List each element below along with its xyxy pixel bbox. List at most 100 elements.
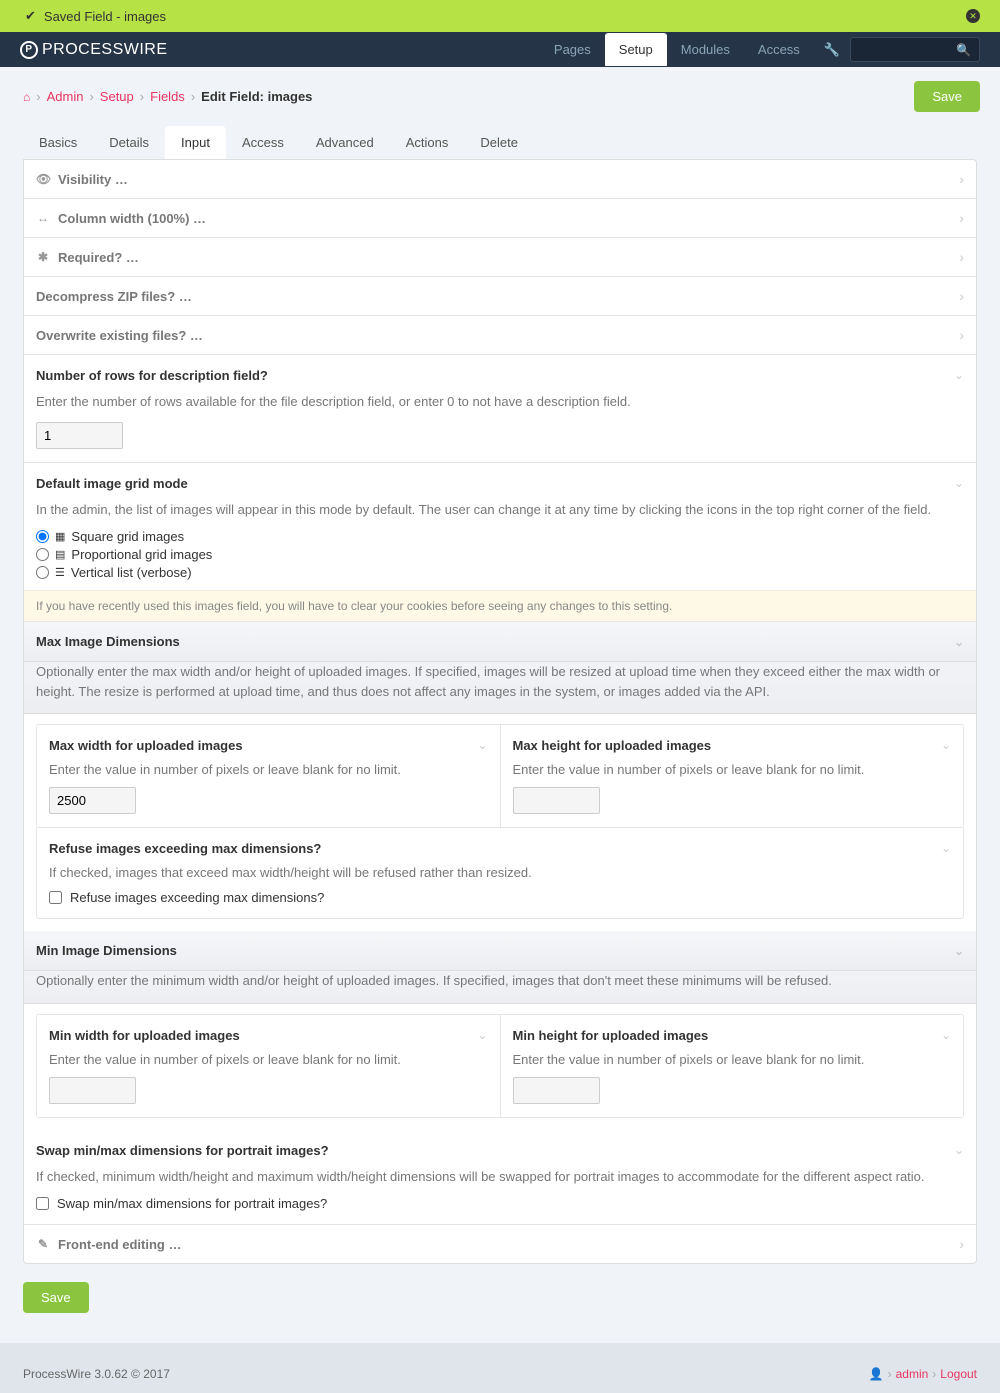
tabs: Basics Details Input Access Advanced Act… xyxy=(0,126,1000,159)
tab-basics[interactable]: Basics xyxy=(23,126,93,159)
list-icon: ☰ xyxy=(55,566,65,579)
chevron-down-icon[interactable]: ⌄ xyxy=(954,476,964,490)
chevron-down-icon[interactable]: ⌄ xyxy=(954,944,964,958)
user-icon: 👤 xyxy=(869,1367,884,1381)
fieldset-max-dimensions: Max Image Dimensions ⌄ Optionally enter … xyxy=(24,622,976,931)
tab-input[interactable]: Input xyxy=(165,126,226,159)
check-icon: ✔ xyxy=(25,8,36,24)
close-icon[interactable]: ✕ xyxy=(966,9,980,23)
asterisk-icon: ✱ xyxy=(36,250,50,264)
chevron-right-icon: › xyxy=(36,89,40,104)
chevron-right-icon: › xyxy=(959,1236,964,1252)
tab-advanced[interactable]: Advanced xyxy=(300,126,390,159)
row-visibility[interactable]: 👁Visibility … › xyxy=(24,160,976,199)
radio-square-grid[interactable]: ▦ Square grid images xyxy=(36,529,964,544)
row-overwrite[interactable]: Overwrite existing files? … › xyxy=(24,316,976,355)
breadcrumb-fields[interactable]: Fields xyxy=(150,89,185,104)
radio-vertical-list[interactable]: ☰ Vertical list (verbose) xyxy=(36,565,964,580)
breadcrumb-setup[interactable]: Setup xyxy=(100,89,134,104)
wrench-icon[interactable]: 🔧 xyxy=(814,42,850,58)
section-title: Default image grid mode xyxy=(36,476,964,491)
topnav: Pages Setup Modules Access 🔧 🔍 xyxy=(540,33,980,66)
topbar: P PROCESSWIRE Pages Setup Modules Access… xyxy=(0,32,1000,67)
fieldset-desc: Optionally enter the minimum width and/o… xyxy=(24,971,976,1004)
notice-text: Saved Field - images xyxy=(44,9,166,24)
search-box[interactable]: 🔍 xyxy=(850,37,980,62)
max-width-input[interactable] xyxy=(49,787,136,814)
nav-setup[interactable]: Setup xyxy=(605,33,667,66)
chevron-down-icon[interactable]: ⌄ xyxy=(941,1028,951,1042)
notice-bar: ✔ Saved Field - images ✕ xyxy=(0,0,1000,32)
tab-actions[interactable]: Actions xyxy=(390,126,465,159)
section-title: Swap min/max dimensions for portrait ima… xyxy=(36,1143,964,1158)
chevron-down-icon[interactable]: ⌄ xyxy=(954,1143,964,1157)
arrows-h-icon: ↔ xyxy=(36,211,50,225)
content-panel: 👁Visibility … › ↔Column width (100%) … ›… xyxy=(23,159,977,1264)
footer-user[interactable]: admin xyxy=(896,1367,929,1381)
row-required[interactable]: ✱Required? … › xyxy=(24,238,976,277)
grid-icon: ▦ xyxy=(55,530,65,543)
chevron-right-icon: › xyxy=(959,288,964,304)
save-button[interactable]: Save xyxy=(914,81,980,112)
chevron-right-icon: › xyxy=(191,89,195,104)
footer: ProcessWire 3.0.62 © 2017 👤 › admin › Lo… xyxy=(0,1343,1000,1393)
radio-proportional-grid[interactable]: ▤ Proportional grid images xyxy=(36,547,964,562)
fieldset-min-dimensions: Min Image Dimensions ⌄ Optionally enter … xyxy=(24,931,976,1130)
tab-access[interactable]: Access xyxy=(226,126,300,159)
swap-checkbox-row[interactable]: Swap min/max dimensions for portrait ima… xyxy=(36,1196,964,1211)
tab-details[interactable]: Details xyxy=(93,126,165,159)
chevron-down-icon[interactable]: ⌄ xyxy=(477,738,487,752)
refuse-checkbox-row[interactable]: Refuse images exceeding max dimensions? xyxy=(49,890,951,905)
section-desc: Enter the number of rows available for t… xyxy=(36,392,964,412)
breadcrumb: ⌂ › Admin › Setup › Fields › Edit Field:… xyxy=(23,89,312,104)
eye-icon: 👁 xyxy=(36,172,50,186)
breadcrumb-current: Edit Field: images xyxy=(201,89,312,104)
section-description-rows: ⌄ Number of rows for description field? … xyxy=(24,355,976,463)
row-column-width[interactable]: ↔Column width (100%) … › xyxy=(24,199,976,238)
warning-note: If you have recently used this images fi… xyxy=(24,590,976,621)
section-swap: ⌄ Swap min/max dimensions for portrait i… xyxy=(24,1130,976,1226)
description-rows-input[interactable] xyxy=(36,422,123,449)
nav-modules[interactable]: Modules xyxy=(667,33,744,66)
field-max-height: ⌄ Max height for uploaded images Enter t… xyxy=(501,725,964,827)
chevron-right-icon: › xyxy=(959,327,964,343)
max-height-input[interactable] xyxy=(513,787,600,814)
chevron-right-icon: › xyxy=(140,89,144,104)
home-icon[interactable]: ⌂ xyxy=(23,90,30,104)
chevron-right-icon: › xyxy=(89,89,93,104)
grid-icon: ▤ xyxy=(55,548,65,561)
chevron-down-icon[interactable]: ⌄ xyxy=(954,635,964,649)
breadcrumb-admin[interactable]: Admin xyxy=(47,89,84,104)
tab-delete[interactable]: Delete xyxy=(464,126,534,159)
chevron-right-icon: › xyxy=(959,249,964,265)
min-height-input[interactable] xyxy=(513,1077,600,1104)
fieldset-desc: Optionally enter the max width and/or he… xyxy=(24,662,976,714)
row-decompress-zip[interactable]: Decompress ZIP files? … › xyxy=(24,277,976,316)
row-frontend-editing[interactable]: ✎Front-end editing … › xyxy=(24,1225,976,1263)
save-button-bottom[interactable]: Save xyxy=(23,1282,89,1313)
fieldset-title: Min Image Dimensions xyxy=(36,943,177,958)
min-width-input[interactable] xyxy=(49,1077,136,1104)
search-icon: 🔍 xyxy=(956,43,971,57)
edit-icon: ✎ xyxy=(36,1237,50,1251)
chevron-down-icon[interactable]: ⌄ xyxy=(941,738,951,752)
section-desc: In the admin, the list of images will ap… xyxy=(36,500,964,520)
section-title: Number of rows for description field? xyxy=(36,368,964,383)
logo-icon: P xyxy=(20,41,38,59)
footer-logout[interactable]: Logout xyxy=(940,1367,977,1381)
refuse-checkbox[interactable] xyxy=(49,891,62,904)
field-min-width: ⌄ Min width for uploaded images Enter th… xyxy=(37,1015,501,1117)
section-desc: If checked, minimum width/height and max… xyxy=(36,1167,964,1187)
field-min-height: ⌄ Min height for uploaded images Enter t… xyxy=(501,1015,964,1117)
logo[interactable]: P PROCESSWIRE xyxy=(20,41,168,59)
chevron-down-icon[interactable]: ⌄ xyxy=(954,368,964,382)
nav-pages[interactable]: Pages xyxy=(540,33,605,66)
section-grid-mode: ⌄ Default image grid mode In the admin, … xyxy=(24,463,976,623)
search-input[interactable] xyxy=(856,42,956,57)
chevron-down-icon[interactable]: ⌄ xyxy=(477,1028,487,1042)
chevron-down-icon[interactable]: ⌄ xyxy=(941,841,951,855)
nav-access[interactable]: Access xyxy=(744,33,814,66)
chevron-right-icon: › xyxy=(959,210,964,226)
fieldset-title: Max Image Dimensions xyxy=(36,634,180,649)
swap-checkbox[interactable] xyxy=(36,1197,49,1210)
